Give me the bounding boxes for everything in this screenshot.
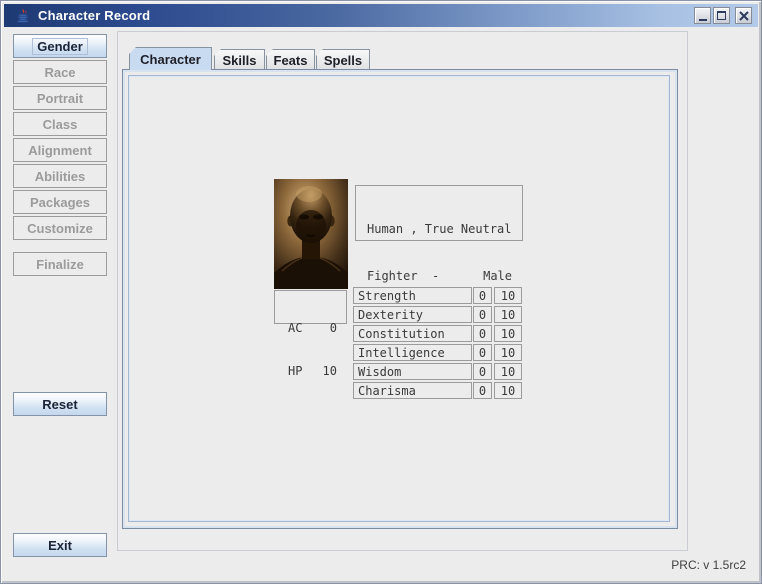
close-icon — [739, 11, 749, 21]
ability-score-wisdom: 10 — [494, 363, 522, 380]
summary-class: Fighter - — [367, 269, 439, 283]
version-label: PRC: v 1.5rc2 — [671, 558, 746, 572]
ability-adjust-strength: 0 — [473, 287, 492, 304]
ability-name-dexterity: Dexterity — [353, 306, 472, 323]
finalize-button-label: Finalize — [36, 257, 84, 272]
ability-adjust-intelligence: 0 — [473, 344, 492, 361]
ability-name-constitution: Constitution — [353, 325, 472, 342]
sidebar-button-portrait-label: Portrait — [37, 91, 83, 106]
ac-value: 0 — [330, 321, 337, 336]
sidebar-button-class-label: Class — [43, 117, 78, 132]
ability-adjust-wisdom: 0 — [473, 363, 492, 380]
reset-button[interactable]: Reset — [13, 392, 107, 416]
java-coffee-cup-icon — [15, 8, 31, 24]
maximize-icon — [717, 11, 726, 20]
titlebar[interactable]: Character Record — [4, 4, 758, 27]
window-title: Character Record — [38, 8, 150, 23]
reset-button-label: Reset — [42, 397, 77, 412]
sidebar-button-gender[interactable]: Gender — [13, 34, 107, 58]
sidebar-button-packages[interactable]: Packages — [13, 190, 107, 214]
sidebar-button-packages-label: Packages — [30, 195, 90, 210]
summary-race-alignment: Human , True Neutral — [367, 222, 512, 236]
sidebar-button-portrait[interactable]: Portrait — [13, 86, 107, 110]
tab-spells[interactable]: Spells — [316, 49, 370, 70]
tab-feats-label: Feats — [274, 53, 308, 68]
ability-score-intelligence: 10 — [494, 344, 522, 361]
sidebar-button-alignment-label: Alignment — [28, 143, 92, 158]
exit-button[interactable]: Exit — [13, 533, 107, 557]
sidebar-button-gender-label: Gender — [32, 38, 88, 55]
ability-score-dexterity: 10 — [494, 306, 522, 323]
maximize-button[interactable] — [713, 7, 730, 24]
close-button[interactable] — [735, 7, 752, 24]
character-summary-box: Human , True Neutral Fighter - Male — [355, 185, 523, 241]
ability-name-wisdom: Wisdom — [353, 363, 472, 380]
sidebar-button-customize[interactable]: Customize — [13, 216, 107, 240]
minimize-button[interactable] — [694, 7, 711, 24]
sidebar-button-alignment[interactable]: Alignment — [13, 138, 107, 162]
tab-feats[interactable]: Feats — [266, 49, 315, 70]
ability-adjust-charisma: 0 — [473, 382, 492, 399]
ability-adjust-constitution: 0 — [473, 325, 492, 342]
ability-score-constitution: 10 — [494, 325, 522, 342]
tab-spells-label: Spells — [324, 53, 362, 68]
sidebar-button-class[interactable]: Class — [13, 112, 107, 136]
tab-skills[interactable]: Skills — [214, 49, 265, 70]
summary-gender: Male — [483, 269, 512, 283]
hp-value: 10 — [323, 364, 337, 379]
sidebar-button-abilities-label: Abilities — [35, 169, 86, 184]
ability-score-strength: 10 — [494, 287, 522, 304]
exit-button-label: Exit — [48, 538, 72, 553]
ac-hp-box: AC 0 HP 10 — [274, 290, 347, 324]
minimize-icon — [699, 19, 707, 21]
character-portrait-image — [274, 179, 348, 289]
finalize-button[interactable]: Finalize — [13, 252, 107, 276]
ability-adjust-dexterity: 0 — [473, 306, 492, 323]
tab-skills-label: Skills — [223, 53, 257, 68]
sidebar-button-race-label: Race — [44, 65, 75, 80]
ability-name-intelligence: Intelligence — [353, 344, 472, 361]
ability-score-charisma: 10 — [494, 382, 522, 399]
sidebar-button-customize-label: Customize — [27, 221, 93, 236]
tab-character[interactable]: Character — [129, 47, 212, 70]
ability-name-charisma: Charisma — [353, 382, 472, 399]
sidebar-button-abilities[interactable]: Abilities — [13, 164, 107, 188]
tab-character-label: Character — [140, 52, 201, 67]
hp-label: HP — [288, 364, 302, 379]
sidebar-button-race[interactable]: Race — [13, 60, 107, 84]
ability-name-strength: Strength — [353, 287, 472, 304]
character-record-window: Character Record Gender Race Portrait Cl… — [0, 0, 762, 584]
ac-label: AC — [288, 321, 302, 336]
